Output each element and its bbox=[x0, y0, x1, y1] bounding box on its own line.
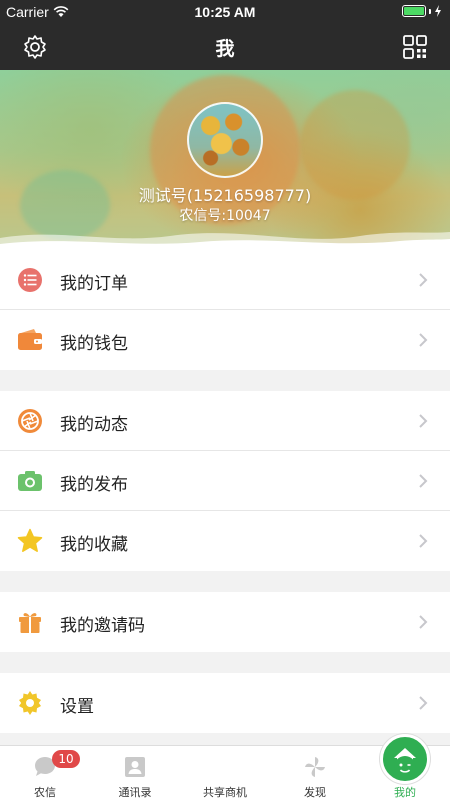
tab-mine[interactable]: 我的 bbox=[360, 746, 450, 800]
menu-item-wallet[interactable]: 我的钱包 bbox=[0, 310, 450, 370]
pinwheel-icon bbox=[305, 757, 325, 777]
menu-group-content: 我的动态 我的发布 我的收藏 bbox=[0, 391, 450, 571]
battery-indicator bbox=[402, 5, 442, 17]
tab-nongxin[interactable]: 10 农信 bbox=[0, 746, 90, 800]
profile-header: 测试号(15216598777) 农信号:10047 bbox=[0, 70, 450, 250]
battery-icon bbox=[402, 5, 426, 17]
menu-item-favorites[interactable]: 我的收藏 bbox=[0, 511, 450, 571]
wallet-icon bbox=[18, 329, 42, 350]
chevron-right-icon bbox=[419, 534, 428, 548]
avatar[interactable] bbox=[187, 102, 263, 178]
gift-icon bbox=[19, 613, 41, 633]
gear-icon bbox=[19, 691, 41, 715]
tab-discover[interactable]: 发现 bbox=[270, 746, 360, 800]
chevron-right-icon bbox=[419, 696, 428, 710]
tab-label: 共享商机 bbox=[203, 786, 247, 799]
tab-shared-business[interactable]: 共享商机 bbox=[180, 734, 430, 800]
menu-item-orders[interactable]: 我的订单 bbox=[0, 250, 450, 310]
menu-group-account: 我的订单 我的钱包 bbox=[0, 250, 450, 370]
nav-bar: 我 bbox=[0, 24, 450, 70]
tab-label: 我的 bbox=[394, 786, 416, 799]
header-wave-decoration bbox=[0, 232, 450, 250]
menu-group-settings: 设置 bbox=[0, 673, 450, 733]
chevron-right-icon bbox=[419, 273, 428, 287]
user-id: 农信号:10047 bbox=[179, 208, 271, 224]
menu-item-label: 我的收藏 bbox=[60, 535, 128, 555]
tab-label: 农信 bbox=[34, 786, 56, 799]
menu-item-label: 我的发布 bbox=[60, 475, 128, 495]
menu-item-invite-code[interactable]: 我的邀请码 bbox=[0, 592, 450, 652]
menu-item-label: 我的动态 bbox=[60, 415, 128, 435]
menu-item-settings[interactable]: 设置 bbox=[0, 673, 450, 733]
menu-item-moments[interactable]: 我的动态 bbox=[0, 391, 450, 451]
chevron-right-icon bbox=[419, 474, 428, 488]
unread-badge: 10 bbox=[52, 750, 80, 768]
qr-code-icon[interactable] bbox=[402, 34, 428, 60]
menu-item-label: 我的订单 bbox=[60, 274, 128, 294]
contacts-icon bbox=[125, 757, 145, 777]
status-time: 10:25 AM bbox=[194, 4, 256, 20]
chevron-right-icon bbox=[419, 615, 428, 629]
user-name: 测试号(15216598777) bbox=[138, 186, 312, 205]
tab-label: 通讯录 bbox=[118, 786, 152, 799]
menu-item-label: 我的钱包 bbox=[60, 334, 128, 354]
menu-item-label: 我的邀请码 bbox=[60, 616, 145, 636]
chevron-right-icon bbox=[419, 333, 428, 347]
menu-item-posts[interactable]: 我的发布 bbox=[0, 451, 450, 511]
menu-group-invite: 我的邀请码 bbox=[0, 592, 450, 652]
order-list-icon bbox=[18, 268, 42, 292]
tab-label: 发现 bbox=[304, 786, 326, 799]
charging-bolt-icon bbox=[435, 5, 441, 17]
tab-bar: 10 农信 通讯录 共享商机 发现 我的 bbox=[0, 734, 450, 800]
menu-item-label: 设置 bbox=[60, 697, 94, 717]
page-title: 我 bbox=[215, 38, 235, 60]
status-bar: Carrier 10:25 AM bbox=[0, 0, 450, 24]
camera-icon bbox=[18, 471, 42, 491]
aperture-icon bbox=[18, 409, 42, 433]
tab-contacts[interactable]: 通讯录 bbox=[90, 746, 180, 800]
smiley-icon bbox=[394, 756, 416, 778]
star-icon bbox=[17, 528, 43, 552]
chevron-right-icon bbox=[419, 414, 428, 428]
